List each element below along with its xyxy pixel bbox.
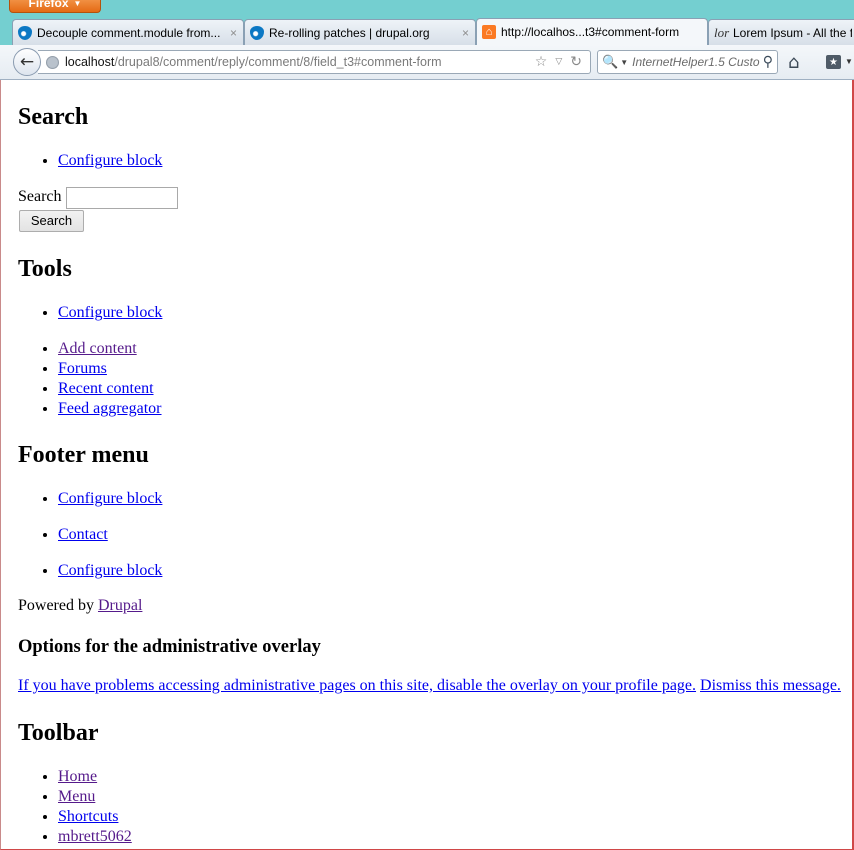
powered-by-prefix: Powered by [18,597,98,614]
back-arrow-icon: ← [19,52,35,72]
tab-strip: Decouple comment.module from... × Re-rol… [0,18,854,45]
toolbar-heading: Toolbar [18,720,99,746]
history-dropdown-icon[interactable]: ▽ [555,57,562,67]
tools-heading: Tools [18,256,72,282]
page-content: Search Configure block Search Search Too… [0,80,854,850]
list-item: Configure block [58,151,162,171]
search-heading: Search [18,104,89,130]
bookmark-star-icon[interactable]: ☆ [535,54,548,70]
forums-link[interactable]: Forums [58,360,107,377]
url-bar[interactable]: localhost/drupal8/comment/reply/comment/… [38,50,591,74]
url-host: localhost [65,55,115,69]
footer-contextual-links: Configure block [58,489,162,509]
user-link[interactable]: mbrett5062 [58,828,132,845]
feed-aggregator-link[interactable]: Feed aggregator [58,400,162,417]
tab-lorem-ipsum[interactable]: lor Lorem Ipsum - All the f [708,19,854,45]
search-button[interactable]: Search [19,210,84,232]
tools-menu: Add content Forums Recent content Feed a… [58,339,162,419]
add-content-link[interactable]: Add content [58,340,137,357]
list-item: Configure block [58,303,162,323]
list-item: Menu [58,787,132,807]
browser-chrome: Firefox ▼ Decouple comment.module from...… [0,0,854,80]
list-item: Configure block [58,489,162,509]
menu-link[interactable]: Menu [58,788,95,805]
configure-block-link[interactable]: Configure block [58,152,162,169]
drupal-link[interactable]: Drupal [98,597,142,614]
list-item: Recent content [58,379,162,399]
powered-by-text: Powered by Drupal [18,597,142,615]
recent-content-link[interactable]: Recent content [58,380,154,397]
overlay-message: If you have problems accessing administr… [18,677,841,695]
drupal-icon [250,25,264,40]
configure-block-link[interactable]: Configure block [58,304,162,321]
magnifier-icon[interactable]: ⚲ [763,54,773,70]
list-item: Feed aggregator [58,399,162,419]
tab-title: http://localhos...t3#comment-form [501,25,680,39]
disable-overlay-link[interactable]: If you have problems accessing administr… [18,677,696,694]
bookmarks-dropdown-icon[interactable]: ▼ [845,57,853,66]
tab-localhost-comment-form[interactable]: ⌂ http://localhos...t3#comment-form [476,18,708,45]
dropdown-caret-icon: ▼ [73,0,82,8]
navigation-toolbar: localhost/drupal8/comment/reply/comment/… [0,45,854,80]
tab-close-icon[interactable]: × [230,26,237,40]
footer-menu-heading: Footer menu [18,442,149,468]
shortcuts-link[interactable]: Shortcuts [58,808,118,825]
footer-menu: Contact [58,525,108,545]
powered-by-contextual-links: Configure block [58,561,162,581]
tab-title: Re-rolling patches | drupal.org [269,25,430,40]
configure-block-link[interactable]: Configure block [58,562,162,579]
bookmarks-icon[interactable]: ★ [826,55,841,69]
list-item: Shortcuts [58,807,132,827]
url-path: /drupal8/comment/reply/comment/8/field_t… [114,55,442,69]
home-icon[interactable]: ⌂ [788,52,799,73]
dismiss-message-link[interactable]: Dismiss this message. [700,677,841,694]
list-item: Add content [58,339,162,359]
search-bar-placeholder: InternetHelper1.5 Custo [632,55,760,69]
search-bar[interactable]: 🔍 ▼ InternetHelper1.5 Custo ⚲ [597,50,778,74]
search-field-label: Search [18,188,62,205]
engine-dropdown-icon[interactable]: ▼ [620,58,628,67]
firefox-menu-label: Firefox [28,0,69,10]
list-item: Configure block [58,561,162,581]
tab-title: Lorem Ipsum - All the f [733,25,852,40]
search-input[interactable] [66,187,178,209]
list-item: Home [58,767,132,787]
reload-icon[interactable]: ↻ [570,54,582,70]
overlay-options-heading: Options for the administrative overlay [18,637,321,657]
list-item: mbrett5062 [58,827,132,847]
toolbar-menu: Home Menu Shortcuts mbrett5062 [58,767,132,847]
tools-contextual-links: Configure block [58,303,162,323]
home-link[interactable]: Home [58,768,97,785]
tab-decouple-comment[interactable]: Decouple comment.module from... × [12,19,244,45]
back-button[interactable]: ← [13,48,41,76]
list-item: Forums [58,359,162,379]
contact-link[interactable]: Contact [58,526,108,543]
drupal-icon [18,25,32,40]
list-item: Contact [58,525,108,545]
search-contextual-links: Configure block [58,151,162,171]
firefox-menu-button[interactable]: Firefox ▼ [9,0,101,13]
tab-title: Decouple comment.module from... [37,25,221,40]
xampp-icon: ⌂ [482,25,496,39]
url-text: localhost/drupal8/comment/reply/comment/… [65,55,535,69]
tab-rerolling-patches[interactable]: Re-rolling patches | drupal.org × [244,19,476,45]
tab-close-icon[interactable]: × [462,26,469,40]
lorem-icon: lor [714,24,730,40]
configure-block-link[interactable]: Configure block [58,490,162,507]
site-identity-icon[interactable] [46,55,59,69]
search-engine-icon[interactable]: 🔍 [602,55,618,70]
